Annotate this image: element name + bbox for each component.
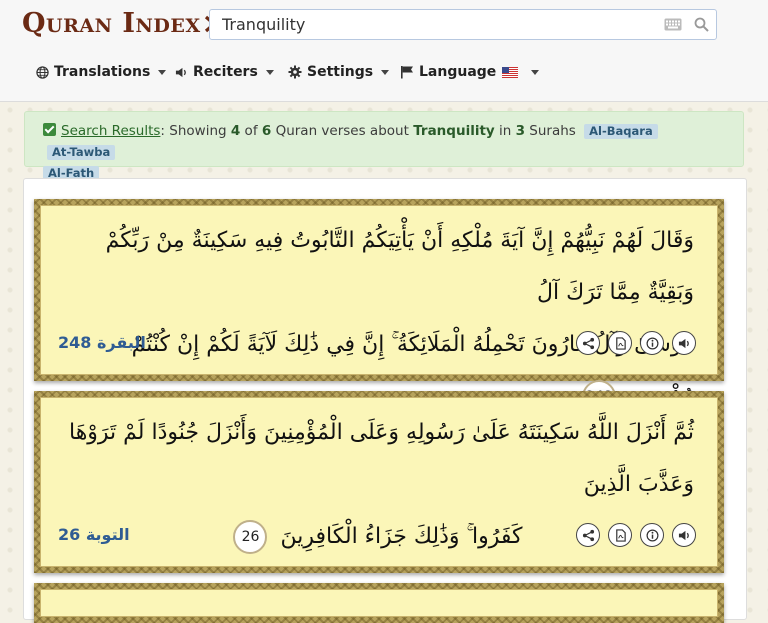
keyboard-icon[interactable] bbox=[664, 18, 682, 31]
pdf-icon bbox=[615, 336, 626, 350]
header: Quran Index Translations bbox=[0, 0, 768, 102]
share-icon bbox=[582, 529, 594, 541]
pdf-button[interactable] bbox=[608, 331, 632, 355]
verse-line: وَقَالَ لَهُمْ نَبِيُّهُمْ إِنَّ آيَةَ م… bbox=[105, 228, 694, 305]
verse-actions bbox=[568, 523, 696, 547]
verse-card: ثُمَّ أَنْزَلَ اللَّهُ سَكِينَتَهُ عَلَى… bbox=[34, 391, 724, 573]
search-input[interactable] bbox=[210, 10, 662, 39]
nav-settings-label: Settings bbox=[307, 64, 374, 80]
gear-icon bbox=[288, 65, 302, 79]
verse-actions bbox=[568, 331, 696, 355]
verse-reference[interactable]: التوبة 26 bbox=[58, 525, 130, 544]
audio-icon bbox=[678, 338, 689, 348]
search-icon[interactable] bbox=[694, 17, 709, 32]
info-icon bbox=[646, 337, 658, 349]
alert-surah-count: 3 bbox=[515, 123, 525, 139]
nav-translations-label: Translations bbox=[54, 64, 151, 80]
play-audio-button[interactable] bbox=[672, 331, 696, 355]
ayah-number: 26 bbox=[233, 520, 268, 554]
verse-line: ثُمَّ أَنْزَلَ اللَّهُ سَكِينَتَهُ عَلَى… bbox=[68, 420, 694, 497]
chevron-down-icon bbox=[531, 69, 540, 75]
alert-text-5: Surahs bbox=[525, 123, 576, 139]
alert-text-3: Quran verses about bbox=[271, 123, 414, 139]
share-icon bbox=[582, 337, 594, 349]
globe-icon bbox=[36, 65, 49, 79]
alert-shown-count: 4 bbox=[230, 123, 241, 139]
nav-translations[interactable]: Translations bbox=[36, 64, 167, 80]
pdf-button[interactable] bbox=[608, 523, 632, 547]
alert-text-4: in bbox=[494, 123, 516, 139]
verse-line-text: كَفَرُوا ۚ وَذَٰلِكَ جَزَاءُ الْكَافِرِي… bbox=[280, 524, 523, 549]
speaker-icon bbox=[175, 67, 186, 77]
us-flag-icon bbox=[502, 66, 519, 78]
verse-reference[interactable]: البقرة 248 bbox=[58, 333, 146, 352]
surah-tag-at-tawba[interactable]: At-Tawba bbox=[47, 145, 116, 160]
info-button[interactable] bbox=[640, 523, 664, 547]
share-button[interactable] bbox=[576, 523, 600, 547]
checkbox-icon bbox=[43, 123, 56, 136]
surah-tag-al-baqara[interactable]: Al-Baqara bbox=[584, 124, 658, 139]
alert-text-1: : Showing bbox=[160, 123, 231, 139]
results-panel: وَقَالَ لَهُمْ نَبِيُّهُمْ إِنَّ آيَةَ م… bbox=[23, 178, 747, 623]
play-audio-button[interactable] bbox=[672, 523, 696, 547]
audio-icon bbox=[678, 530, 689, 540]
search-results-alert: Search Results: Showing 4 of 6 Quran ver… bbox=[24, 111, 744, 181]
flag-icon bbox=[401, 66, 413, 79]
nav-reciters-label: Reciters bbox=[193, 64, 258, 80]
alert-text-2: of bbox=[240, 123, 262, 139]
logo[interactable]: Quran Index bbox=[22, 6, 224, 42]
nav-reciters[interactable]: Reciters bbox=[175, 64, 274, 80]
pdf-icon bbox=[615, 528, 626, 542]
chevron-down-icon bbox=[381, 69, 390, 75]
info-icon bbox=[646, 529, 658, 541]
nav-language-label: Language bbox=[419, 64, 497, 80]
share-button[interactable] bbox=[576, 331, 600, 355]
chevron-down-icon bbox=[265, 69, 274, 75]
alert-query: Tranquility bbox=[413, 123, 495, 139]
nav-settings[interactable]: Settings bbox=[288, 64, 390, 80]
logo-text: Quran Index bbox=[22, 8, 201, 39]
nav-language[interactable]: Language bbox=[400, 64, 540, 80]
alert-total-count: 6 bbox=[261, 123, 272, 139]
search-results-link[interactable]: Search Results bbox=[61, 123, 160, 139]
search-box bbox=[209, 9, 717, 40]
info-button[interactable] bbox=[640, 331, 664, 355]
verse-card: وَقَالَ لَهُمْ نَبِيُّهُمْ إِنَّ آيَةَ م… bbox=[34, 199, 724, 414]
verse-card bbox=[34, 583, 724, 623]
chevron-down-icon bbox=[158, 69, 167, 75]
